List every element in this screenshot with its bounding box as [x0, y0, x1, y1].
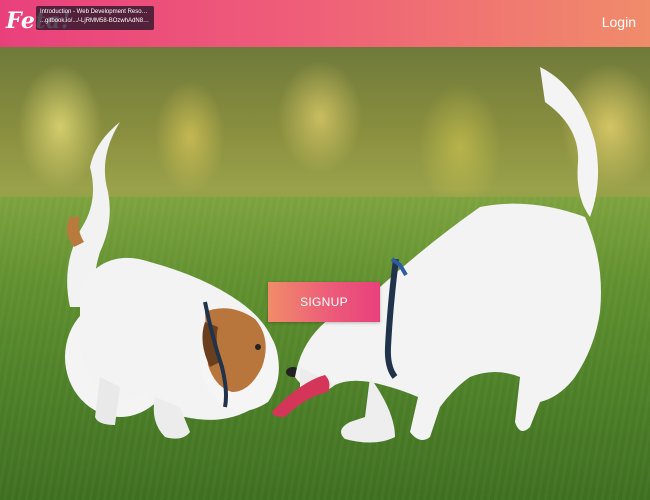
- hero-image: SIGNUP: [0, 47, 650, 500]
- top-nav-bar: Feta! Introduction - Web Development Res…: [0, 0, 650, 47]
- link-preview-tooltip: Introduction - Web Development Resource …: [36, 6, 154, 30]
- left-dog: [65, 122, 300, 439]
- tooltip-title: Introduction - Web Development Resource …: [40, 9, 150, 15]
- right-dog: [295, 67, 601, 443]
- signup-button[interactable]: SIGNUP: [268, 282, 380, 322]
- tooltip-url: ...gitbook.io/.../-LjRMM58-BOzwhAdN8dz/: [40, 18, 150, 24]
- login-link[interactable]: Login: [602, 14, 636, 30]
